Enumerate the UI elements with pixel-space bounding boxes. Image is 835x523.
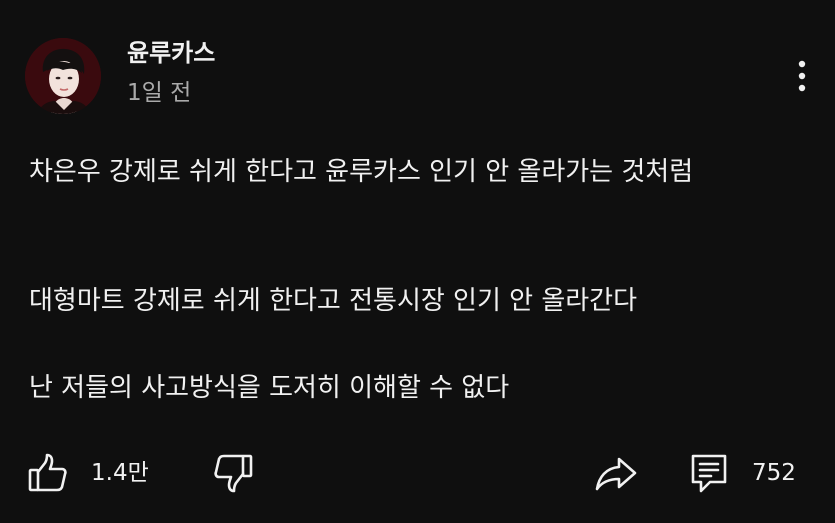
dislike-button[interactable] [211,448,255,498]
action-bar: 1.4만 752 [0,448,835,498]
post-timestamp[interactable]: 1일 전 [127,78,191,108]
post-text-paragraph-3: 난 저들의 사고방식을 도저히 이해할 수 없다 [29,373,510,403]
post-text-paragraph-1: 차은우 강제로 쉬게 한다고 윤루카스 인기 안 올라가는 것처럼 [29,157,694,187]
more-vertical-icon [798,60,806,92]
thumbs-up-icon [28,453,67,492]
post-text-paragraph-2: 대형마트 강제로 쉬게 한다고 전통시장 인기 안 올라간다 [29,286,638,316]
share-icon [595,457,637,491]
avatar[interactable] [25,38,101,114]
community-post: 윤루카스 1일 전 차은우 강제로 쉬게 한다고 윤루카스 인기 안 올라가는 … [0,0,835,523]
like-button[interactable] [26,448,70,498]
share-button[interactable] [594,448,638,498]
comment-icon [691,454,727,493]
comment-button[interactable] [688,448,732,498]
reply-count: 752 [752,460,796,486]
author-name[interactable]: 윤루카스 [127,38,215,68]
like-count: 1.4만 [91,460,149,486]
more-options-button[interactable] [786,56,818,96]
avatar-image [25,38,101,114]
thumbs-down-icon [214,454,253,493]
